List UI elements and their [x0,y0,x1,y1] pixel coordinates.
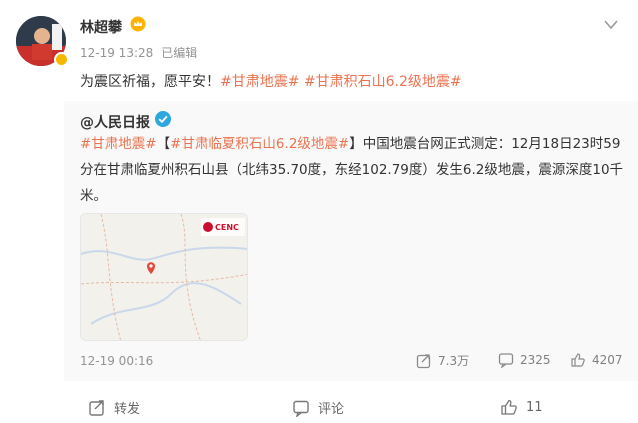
comment-count: 2325 [520,353,551,367]
repost-count-button[interactable]: 7.3万 [416,352,469,369]
repost-label: 转发 [114,402,141,417]
comment-count-button[interactable]: 2325 [498,352,551,368]
repost-author[interactable]: @人民日报 [80,112,150,132]
comment-icon [498,353,514,368]
post-timestamp[interactable]: 12-19 13:28 [80,46,153,60]
post-text-body: 为震区祈福，愿平安！ [80,74,220,90]
like-count: 4207 [592,353,623,367]
bracket-close: 】 [349,136,363,152]
comment-label: 评论 [318,402,345,417]
post-username[interactable]: 林超攀 [80,17,122,37]
like-icon [571,353,585,367]
comment-icon [293,400,309,417]
repost-count: 7.3万 [438,354,470,368]
verified-badge-icon [54,52,69,67]
repost-timestamp[interactable]: 12-19 00:16 [80,354,153,368]
like-button[interactable]: 11 [500,398,543,416]
bracket-open: 【 [156,136,171,152]
map-image[interactable]: CENC [80,213,248,341]
like-icon [501,399,517,415]
repost-button[interactable]: 转发 [88,398,140,417]
edited-label[interactable]: 已编辑 [161,46,197,60]
post-text: 为震区祈福，愿平安！#甘肃地震# #甘肃积石山6.2级地震# [80,71,462,91]
repost-icon [416,353,431,368]
verified-icon [155,111,171,127]
repost-icon [89,399,104,416]
more-chevron-icon[interactable] [604,16,618,30]
like-count-button[interactable]: 4207 [570,352,623,368]
like-count-bottom: 11 [526,399,543,415]
topic-link[interactable]: #甘肃积石山6.2级地震# [304,74,462,90]
post-meta: 12-19 13:28 已编辑 [80,44,197,61]
topic-link[interactable]: #甘肃地震# [80,136,157,152]
topic-link[interactable]: #甘肃临夏积石山6.2级地震# [170,136,349,152]
repost-text: #甘肃地震#【#甘肃临夏积石山6.2级地震#】中国地震台网正式测定：12月18日… [80,131,628,209]
map-logo-text: CENC [215,223,239,232]
topic-link[interactable]: #甘肃地震# [220,74,299,90]
comment-button[interactable]: 评论 [292,398,344,417]
crown-icon [130,16,146,32]
